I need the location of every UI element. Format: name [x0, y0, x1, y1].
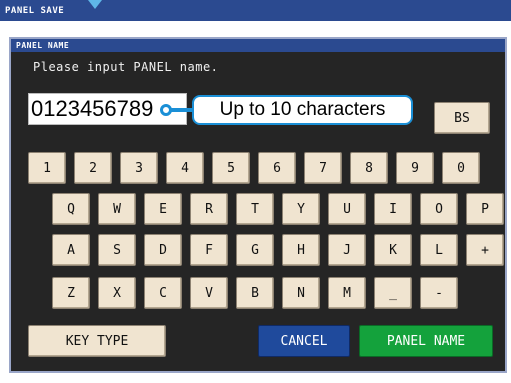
panel-name-dialog: PANEL NAME Please input PANEL name. 0 123… — [9, 37, 507, 373]
key-y[interactable]: Y — [282, 193, 320, 225]
key-p[interactable]: P — [466, 193, 504, 225]
key-z[interactable]: Z — [52, 277, 90, 309]
dialog-title: PANEL NAME — [16, 41, 70, 50]
key-6[interactable]: 6 — [258, 152, 296, 184]
key-u[interactable]: U — [328, 193, 366, 225]
key-9[interactable]: 9 — [396, 152, 434, 184]
callout-dot — [160, 104, 172, 116]
key-c[interactable]: C — [144, 277, 182, 309]
key-v[interactable]: V — [190, 277, 228, 309]
key-q[interactable]: Q — [52, 193, 90, 225]
key-x[interactable]: X — [98, 277, 136, 309]
key-type-button[interactable]: KEY TYPE — [28, 325, 166, 357]
cancel-button[interactable]: CANCEL — [258, 325, 350, 357]
key-a[interactable]: A — [52, 234, 90, 266]
input-prompt: Please input PANEL name. — [33, 60, 219, 74]
key-_[interactable]: _ — [374, 277, 412, 309]
key-+[interactable]: + — [466, 234, 504, 266]
key-e[interactable]: E — [144, 193, 182, 225]
backspace-button[interactable]: BS — [434, 102, 490, 134]
key-4[interactable]: 4 — [166, 152, 204, 184]
key-5[interactable]: 5 — [212, 152, 250, 184]
key--[interactable]: - — [420, 277, 458, 309]
dialog-header: PANEL NAME — [11, 39, 505, 52]
key-o[interactable]: O — [420, 193, 458, 225]
key-7[interactable]: 7 — [304, 152, 342, 184]
panel-name-button[interactable]: PANEL NAME — [359, 325, 493, 357]
title-bar: PANEL SAVE — [0, 0, 511, 21]
key-n[interactable]: N — [282, 277, 320, 309]
key-h[interactable]: H — [282, 234, 320, 266]
key-i[interactable]: I — [374, 193, 412, 225]
window-title: PANEL SAVE — [5, 6, 65, 16]
key-w[interactable]: W — [98, 193, 136, 225]
key-0[interactable]: 0 — [442, 152, 480, 184]
key-t[interactable]: T — [236, 193, 274, 225]
pointer-triangle-icon — [88, 0, 102, 9]
key-d[interactable]: D — [144, 234, 182, 266]
key-1[interactable]: 1 — [28, 152, 66, 184]
key-3[interactable]: 3 — [120, 152, 158, 184]
key-k[interactable]: K — [374, 234, 412, 266]
character-limit-callout: Up to 10 characters — [192, 95, 413, 125]
key-b[interactable]: B — [236, 277, 274, 309]
key-2[interactable]: 2 — [74, 152, 112, 184]
key-g[interactable]: G — [236, 234, 274, 266]
key-8[interactable]: 8 — [350, 152, 388, 184]
key-s[interactable]: S — [98, 234, 136, 266]
key-f[interactable]: F — [190, 234, 228, 266]
key-j[interactable]: J — [328, 234, 366, 266]
key-l[interactable]: L — [420, 234, 458, 266]
key-r[interactable]: R — [190, 193, 228, 225]
key-m[interactable]: M — [328, 277, 366, 309]
